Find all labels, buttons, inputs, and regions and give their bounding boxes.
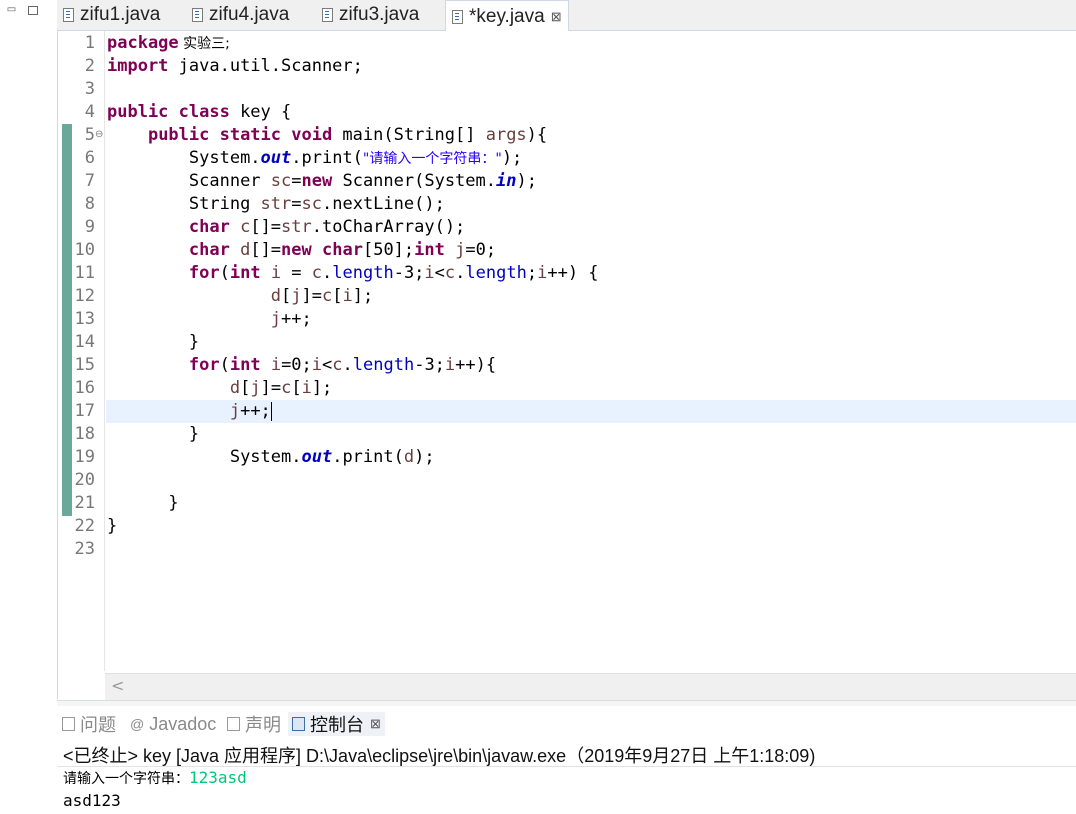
change-ruler [62, 124, 72, 516]
tab-console[interactable]: 控制台 ⊠ [288, 712, 385, 736]
code-line-19[interactable]: System.out.print(d); [107, 446, 435, 469]
line-number: 13 [74, 309, 95, 329]
horizontal-scrollbar[interactable]: < [105, 673, 1076, 700]
code-line-6[interactable]: System.out.print("请输入一个字符串："); [107, 147, 522, 170]
text-caret [270, 401, 272, 421]
line-number: 16 [74, 378, 95, 398]
line-number: 21 [74, 493, 95, 513]
code-line-10[interactable]: char d[]=new char[50];int j=0; [107, 239, 496, 262]
minimize-icon[interactable]: ▭ [6, 4, 17, 15]
tab-declaration[interactable]: 声明 [227, 712, 281, 736]
java-file-icon [322, 8, 333, 22]
tab-label: zifu4.java [209, 4, 290, 25]
line-number: 6 [84, 148, 95, 168]
console-user-input: 123asd [189, 768, 247, 787]
tab-label: 控制台 [310, 715, 364, 735]
console-output-line: 请输入一个字符串：123asd [63, 768, 247, 788]
tab-label: zifu3.java [339, 4, 420, 25]
line-number: 5 [84, 125, 95, 145]
console-output-line: asd123 [63, 791, 121, 810]
tab-javadoc[interactable]: @ Javadoc [130, 712, 216, 736]
maximize-icon[interactable] [28, 6, 38, 15]
code-line-7[interactable]: Scanner sc=new Scanner(System.in); [107, 170, 537, 193]
code-line-11[interactable]: for(int i = c.length-3;i<c.length;i++) { [107, 262, 599, 285]
tab-key[interactable]: *key.java ⊠ [445, 0, 569, 32]
line-number: 11 [74, 263, 95, 283]
code-line-16[interactable]: d[j]=c[i]; [107, 377, 332, 400]
tab-label: 声明 [245, 715, 281, 735]
line-number: 17 [74, 401, 95, 421]
line-number: 22 [74, 516, 95, 536]
code-line-18[interactable]: } [107, 423, 199, 446]
console-status-header: <已终止> key [Java 应用程序] D:\Java\eclipse\jr… [63, 746, 816, 766]
fold-collapse-icon[interactable]: ⊖ [95, 129, 103, 140]
code-line-8[interactable]: String str=sc.nextLine(); [107, 193, 445, 216]
code-line-22[interactable]: } [107, 515, 117, 538]
line-number: 1 [84, 33, 95, 53]
tab-zifu3[interactable]: zifu3.java [322, 0, 419, 30]
console-icon [292, 717, 305, 731]
code-line-13[interactable]: j++; [107, 308, 312, 331]
line-number: 7 [84, 171, 95, 191]
declaration-icon [227, 717, 240, 731]
line-number: 2 [84, 56, 95, 76]
code-line-14[interactable]: } [107, 331, 199, 354]
line-number: 18 [74, 424, 95, 444]
code-line-4[interactable]: public class key { [107, 101, 291, 124]
close-icon[interactable]: ⊠ [551, 9, 562, 25]
tab-zifu1[interactable]: zifu1.java [63, 0, 160, 30]
code-line-9[interactable]: char c[]=str.toCharArray(); [107, 216, 465, 239]
line-number: 20 [74, 470, 95, 490]
tab-label: zifu1.java [80, 4, 161, 25]
editor-tab-bar: zifu1.java zifu4.java zifu3.java *key.ja… [57, 0, 1076, 32]
tab-label: 问题 [80, 715, 116, 735]
java-file-icon [452, 9, 463, 24]
bottom-panel-tabs: 问题 @ Javadoc 声明 控制台 ⊠ [57, 706, 1076, 740]
tab-label: *key.java [469, 5, 545, 27]
line-number: 14 [74, 332, 95, 352]
tab-problems[interactable]: 问题 [62, 712, 116, 736]
tab-label: Javadoc [149, 713, 217, 734]
java-file-icon [192, 8, 203, 22]
line-number: 12 [74, 286, 95, 306]
scroll-left-icon[interactable]: < [111, 676, 124, 695]
line-number: 10 [74, 240, 95, 260]
line-number: 4 [84, 102, 95, 122]
close-icon[interactable]: ⊠ [370, 716, 381, 732]
console-prompt: 请输入一个字符串： [63, 771, 189, 787]
code-line-1[interactable]: package 实验三; [107, 32, 230, 55]
line-number: 19 [74, 447, 95, 467]
code-line-17[interactable]: j++; [107, 400, 272, 423]
at-icon: @ [130, 716, 145, 732]
tab-zifu4[interactable]: zifu4.java [192, 0, 289, 30]
code-line-12[interactable]: d[j]=c[i]; [107, 285, 373, 308]
code-line-21[interactable]: } [107, 492, 178, 515]
code-line-15[interactable]: for(int i=0;i<c.length-3;i++){ [107, 354, 496, 377]
line-number: 15 [74, 355, 95, 375]
code-line-5[interactable]: public static void main(String[] args){ [107, 124, 547, 147]
problems-icon [62, 717, 75, 731]
java-file-icon [63, 8, 74, 22]
code-line-2[interactable]: import java.util.Scanner; [107, 55, 363, 78]
console-divider [57, 766, 1076, 767]
line-number: 3 [84, 79, 95, 99]
left-strip: ▭ [0, 0, 57, 814]
line-number: 9 [84, 217, 95, 237]
line-number: 23 [74, 539, 95, 559]
line-number: 8 [84, 194, 95, 214]
